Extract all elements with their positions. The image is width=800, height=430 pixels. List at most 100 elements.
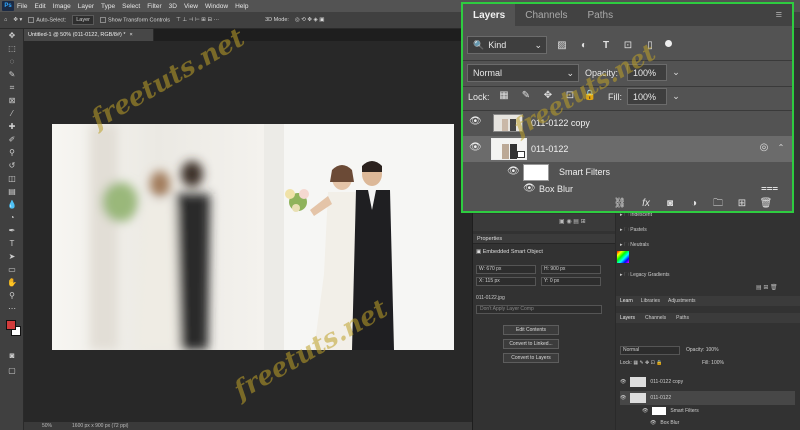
layer-name[interactable]: 011-0122: [531, 144, 568, 154]
small-layer-row-original[interactable]: 👁 011-0122: [620, 391, 795, 405]
y-field[interactable]: Y: 0 px: [541, 277, 601, 286]
blur-tool-icon[interactable]: 💧: [0, 198, 24, 211]
auto-select-checkbox[interactable]: [28, 16, 35, 23]
mini-footer-icons[interactable]: ▣ ◉ ▤ ⊞: [559, 218, 586, 225]
swatch-group-iridescent[interactable]: ▸ 🗀 Iridescent: [620, 212, 652, 220]
menu-layer[interactable]: Layer: [78, 3, 94, 10]
align-icons[interactable]: ⊤ ⊥ ⊣ ⊢ ⊞ ⊟ ⋯: [176, 17, 219, 23]
small-visibility-eye-icon[interactable]: 👁: [650, 420, 656, 426]
pen-tool-icon[interactable]: ✒: [0, 224, 24, 237]
menu-select[interactable]: Select: [122, 3, 140, 10]
menu-filter[interactable]: Filter: [147, 3, 161, 10]
menu-type[interactable]: Type: [101, 3, 115, 10]
tab-libraries[interactable]: Libraries: [641, 298, 660, 304]
path-select-tool-icon[interactable]: ➤: [0, 250, 24, 263]
brush-tool-icon[interactable]: ✐: [0, 133, 24, 146]
new-group-icon[interactable]: 🗀: [711, 198, 725, 210]
visibility-eye-icon[interactable]: 👁: [469, 116, 483, 130]
chevron-down-icon[interactable]: ⌄: [671, 66, 681, 78]
frame-tool-icon[interactable]: ⊠: [0, 94, 24, 107]
visibility-eye-icon[interactable]: 👁: [507, 166, 521, 180]
menu-window[interactable]: Window: [205, 3, 228, 10]
screen-mode-icon[interactable]: ▢: [0, 364, 24, 377]
clone-stamp-tool-icon[interactable]: ⚲: [0, 146, 24, 159]
link-layers-icon[interactable]: ⛓: [613, 198, 627, 210]
menu-image[interactable]: Image: [53, 3, 71, 10]
small-smart-filters-row[interactable]: 👁 Smart Filters: [642, 407, 699, 415]
small-visibility-eye-icon[interactable]: 👁: [620, 379, 626, 385]
swatch-group-legacy-gradients[interactable]: ▸ 🗀 Legacy Gradients: [620, 272, 670, 280]
small-tab-layers[interactable]: Layers: [620, 315, 635, 321]
small-box-blur-row[interactable]: 👁 Box Blur: [650, 420, 679, 426]
lock-pixels-icon[interactable]: ✎: [519, 90, 533, 102]
tab-learn[interactable]: Learn: [620, 298, 633, 304]
filter-mask-thumbnail[interactable]: [523, 164, 549, 181]
height-field[interactable]: H: 900 px: [541, 265, 601, 274]
dodge-tool-icon[interactable]: ◔: [0, 211, 24, 224]
crop-tool-icon[interactable]: ⌗: [0, 81, 24, 94]
move-tool-icon[interactable]: ✥ ▾: [13, 17, 22, 23]
chevron-down-icon[interactable]: ⌄: [671, 90, 681, 102]
smart-filters-row[interactable]: 👁 Smart Filters: [463, 163, 792, 183]
layer-row-original-selected[interactable]: 👁 011-0122 ◎ ⌃: [463, 136, 792, 162]
fx-icon[interactable]: fx: [639, 198, 653, 210]
lock-transparent-icon[interactable]: ▦: [497, 90, 511, 102]
swatch-group-neutrals[interactable]: ▸ 🗀 Neutrals: [620, 242, 649, 250]
panel-menu-icon[interactable]: ≡: [766, 4, 792, 26]
swatch-footer-icons[interactable]: ▤ ⊞ 🗑: [756, 284, 778, 291]
add-mask-icon[interactable]: ◙: [663, 198, 677, 210]
eyedropper-tool-icon[interactable]: ⁄: [0, 107, 24, 120]
foreground-color-swatch[interactable]: [6, 320, 16, 330]
small-opacity[interactable]: Opacity: 100%: [686, 347, 719, 353]
eraser-tool-icon[interactable]: ◫: [0, 172, 24, 185]
width-field[interactable]: W: 670 px: [476, 265, 536, 274]
canvas-image[interactable]: [52, 124, 454, 350]
3d-mode-icons[interactable]: ◎ ⟲ ✥ ◈ ▣: [295, 17, 325, 23]
visibility-eye-icon[interactable]: 👁: [469, 142, 483, 156]
small-fill[interactable]: Fill: 100%: [702, 360, 724, 366]
filter-type-icon[interactable]: T: [599, 40, 613, 52]
small-tab-paths[interactable]: Paths: [676, 315, 689, 321]
rainbow-swatch[interactable]: [617, 251, 629, 263]
tab-paths[interactable]: Paths: [578, 4, 624, 26]
hand-tool-icon[interactable]: ✋: [0, 276, 24, 289]
small-visibility-eye-icon[interactable]: 👁: [620, 395, 626, 401]
history-brush-tool-icon[interactable]: ↺: [0, 159, 24, 172]
convert-to-layers-button[interactable]: Convert to Layers: [503, 353, 559, 363]
more-tools-icon[interactable]: ⋯: [0, 302, 24, 315]
quick-mask-icon[interactable]: ◙: [0, 349, 24, 362]
small-tab-channels[interactable]: Channels: [645, 315, 666, 321]
rectangle-tool-icon[interactable]: ▭: [0, 263, 24, 276]
zoom-level[interactable]: 50%: [42, 423, 52, 429]
filter-blending-options-icon[interactable]: ⩶: [761, 183, 778, 195]
type-tool-icon[interactable]: T: [0, 237, 24, 250]
layer-comp-select[interactable]: Don't Apply Layer Comp: [476, 305, 602, 314]
smart-filter-indicator-icon[interactable]: ◎: [757, 142, 771, 154]
swatch-group-pastels[interactable]: ▸ 🗀 Pastels: [620, 227, 647, 235]
healing-tool-icon[interactable]: ✚: [0, 120, 24, 133]
transform-controls-checkbox[interactable]: [99, 16, 106, 23]
filter-kind-select[interactable]: 🔍 Kind ⌄: [467, 36, 547, 54]
menu-file[interactable]: File: [17, 3, 27, 10]
tab-adjustments[interactable]: Adjustments: [668, 298, 696, 304]
menu-help[interactable]: Help: [235, 3, 248, 10]
trash-icon[interactable]: 🗑: [759, 198, 773, 210]
filter-pixel-icon[interactable]: ▨: [555, 40, 569, 52]
fill-input[interactable]: 100%: [627, 88, 667, 105]
blend-mode-select[interactable]: Normal ⌄: [467, 64, 579, 82]
menu-view[interactable]: View: [184, 3, 198, 10]
marquee-tool-icon[interactable]: ⬚: [0, 42, 24, 55]
gradient-tool-icon[interactable]: ▤: [0, 185, 24, 198]
small-visibility-eye-icon[interactable]: 👁: [642, 408, 648, 414]
lasso-tool-icon[interactable]: ◌: [0, 55, 24, 68]
filter-toggle-icon[interactable]: [665, 40, 672, 47]
x-field[interactable]: X: 115 px: [476, 277, 536, 286]
edit-contents-button[interactable]: Edit Contents: [503, 325, 559, 335]
menu-edit[interactable]: Edit: [34, 3, 45, 10]
quick-select-tool-icon[interactable]: ✎: [0, 68, 24, 81]
home-icon[interactable]: ⌂: [4, 17, 7, 23]
menu-3d[interactable]: 3D: [169, 3, 177, 10]
expand-arrow-icon[interactable]: ⌃: [775, 142, 787, 154]
small-blend-mode-select[interactable]: Normal: [620, 346, 680, 355]
new-layer-icon[interactable]: ⊞: [735, 198, 749, 210]
